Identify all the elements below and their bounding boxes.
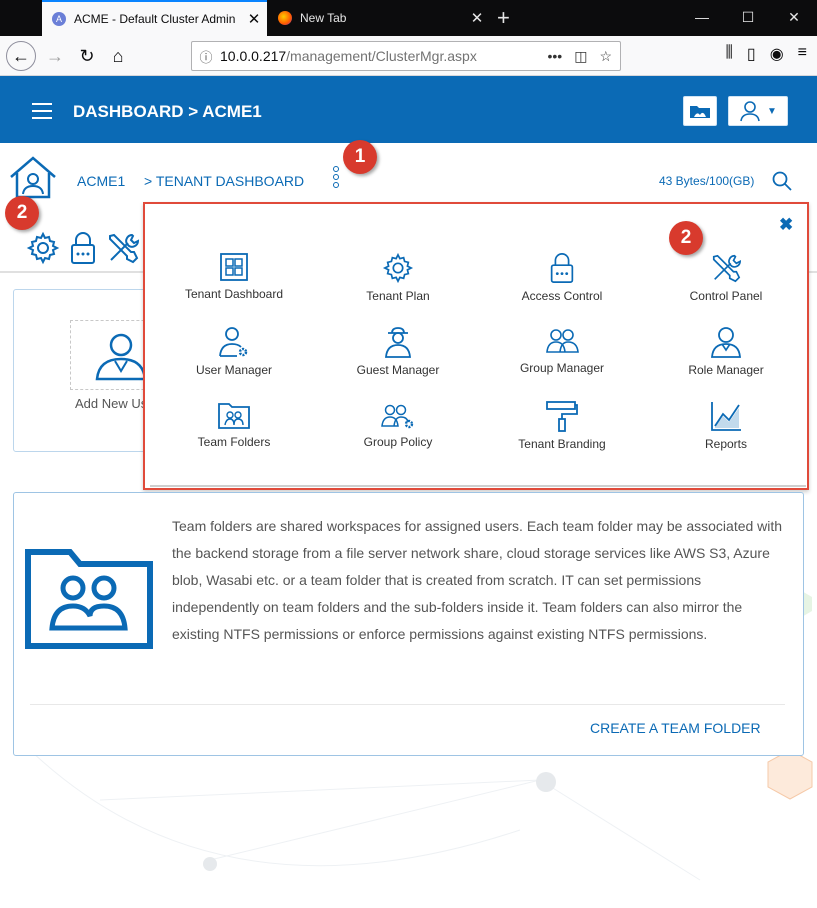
site-info-icon[interactable]: ⓘ — [192, 47, 220, 66]
tools-icon — [712, 254, 742, 283]
menu-item-label: Role Manager — [688, 363, 764, 377]
menu-item-group-manager[interactable]: Group Manager — [487, 326, 637, 375]
chart-icon — [711, 402, 741, 431]
menu-item-team-folders[interactable]: Team Folders — [159, 400, 309, 449]
add-user-label[interactable]: Add New Us — [75, 396, 147, 411]
menu-item-label: Access Control — [521, 289, 603, 303]
user-gear-icon — [219, 327, 248, 357]
page-actions-icon[interactable]: ••• — [547, 48, 562, 65]
menu-item-access-control[interactable]: Access Control — [487, 252, 637, 303]
menu-item-role-manager[interactable]: Role Manager — [651, 326, 801, 377]
account-icon[interactable]: ◉ — [770, 44, 784, 64]
bookmark-star-icon[interactable]: ☆ — [599, 48, 612, 65]
close-tab-icon[interactable]: ✕ — [464, 9, 490, 27]
breadcrumb-current[interactable]: > TENANT DASHBOARD — [144, 173, 304, 189]
minimize-icon[interactable]: — — [679, 0, 725, 36]
tenant-home-icon[interactable] — [8, 155, 58, 199]
new-tab-button[interactable]: + — [497, 5, 510, 31]
breadcrumb-root[interactable]: ACME1 — [77, 173, 125, 189]
browser-tab-bar: A ACME - Default Cluster Admin ✕ New Tab… — [0, 0, 817, 36]
menu-item-label: Control Panel — [689, 289, 763, 303]
url-host: 10.0.0.217 — [220, 48, 287, 64]
folder-icon — [690, 106, 710, 118]
browser-navbar: ← → ↻ ⌂ ⓘ 10.0.0.217 /management/Cluster… — [0, 36, 817, 76]
add-user-icon — [95, 333, 147, 381]
menu-item-control-panel[interactable]: Control Panel — [651, 252, 801, 303]
forward-button[interactable]: → — [40, 41, 70, 71]
tenant-menu-popup: Tenant Dashboard Tenant Plan Access Cont… — [143, 202, 809, 490]
firefox-icon — [278, 11, 292, 25]
menu-item-label: Guest Manager — [356, 363, 440, 377]
gear-icon — [382, 252, 414, 284]
team-folder-icon — [25, 549, 153, 649]
role-icon — [711, 327, 741, 358]
menu-item-reports[interactable]: Reports — [651, 400, 801, 451]
url-bar[interactable]: ⓘ 10.0.0.217 /management/ClusterMgr.aspx… — [191, 41, 621, 71]
gear-icon[interactable] — [26, 231, 60, 265]
browser-toolbar-right: ⫼ ▯ ◉ ≡ — [726, 44, 808, 64]
pocket-icon[interactable]: ◫ — [574, 48, 587, 65]
lock-icon — [550, 253, 574, 283]
hamburger-menu-icon[interactable] — [32, 103, 52, 124]
quick-tools — [26, 231, 140, 265]
step-badge-1: 1 — [343, 140, 377, 174]
tab-acme[interactable]: A ACME - Default Cluster Admin ✕ — [42, 0, 267, 36]
step-badge-2-menu: 2 — [669, 221, 703, 255]
close-tab-icon[interactable]: ✕ — [241, 10, 267, 28]
sidebar-icon[interactable]: ▯ — [747, 44, 756, 64]
tools-icon[interactable] — [106, 231, 140, 265]
page-title: DASHBOARD > ACME1 — [73, 102, 262, 121]
app-header: DASHBOARD > ACME1 ▼ — [0, 76, 817, 143]
menu-item-tenant-branding[interactable]: Tenant Branding — [487, 400, 637, 451]
team-folder-description: Team folders are shared workspaces for a… — [172, 518, 783, 642]
menu-item-label: Team Folders — [197, 435, 271, 449]
menu-item-label: Tenant Branding — [518, 437, 606, 451]
menu-item-label: Tenant Plan — [366, 289, 430, 303]
maximize-icon[interactable]: ☐ — [725, 0, 771, 36]
step-badge-2: 2 — [5, 196, 39, 230]
menu-item-guest-manager[interactable]: Guest Manager — [323, 326, 473, 377]
close-icon[interactable]: ✖ — [779, 215, 793, 235]
guest-icon — [385, 327, 411, 358]
menu-item-label: Group Policy — [363, 435, 433, 449]
menu-item-label: Reports — [704, 437, 748, 451]
window-controls: — ☐ ✕ — [679, 0, 817, 36]
library-icon[interactable]: ⫼ — [726, 44, 733, 64]
menu-item-label: Group Manager — [519, 361, 605, 375]
back-button[interactable]: ← — [6, 41, 36, 71]
home-button[interactable]: ⌂ — [103, 41, 133, 71]
create-team-folder-link[interactable]: CREATE A TEAM FOLDER — [590, 720, 761, 736]
group-policy-icon — [381, 404, 414, 429]
search-icon[interactable] — [771, 170, 793, 192]
chevron-down-icon: ▼ — [767, 105, 777, 117]
url-path: /management/ClusterMgr.aspx — [286, 48, 477, 64]
group-icon — [546, 329, 579, 353]
menu-item-tenant-dashboard[interactable]: Tenant Dashboard — [159, 252, 309, 301]
paint-roller-icon — [546, 401, 578, 432]
lock-icon[interactable] — [70, 231, 96, 265]
team-folder-icon — [218, 403, 250, 429]
kebab-menu-icon[interactable] — [333, 166, 339, 190]
card-divider — [30, 704, 785, 705]
menu-item-tenant-plan[interactable]: Tenant Plan — [323, 252, 473, 303]
tab-new-tab[interactable]: New Tab ✕ — [268, 0, 490, 36]
tab-title: ACME - Default Cluster Admin — [74, 12, 236, 26]
menu-item-label: User Manager — [195, 363, 273, 377]
popup-shadow — [150, 485, 806, 487]
folder-button[interactable] — [683, 96, 717, 126]
tab-title: New Tab — [300, 11, 347, 25]
dashboard-grid-icon — [220, 253, 248, 281]
menu-item-user-manager[interactable]: User Manager — [159, 326, 309, 377]
user-menu-button[interactable]: ▼ — [728, 96, 788, 126]
menu-item-label: Tenant Dashboard — [184, 287, 284, 301]
user-icon — [740, 101, 760, 122]
menu-item-group-policy[interactable]: Group Policy — [323, 400, 473, 449]
close-window-icon[interactable]: ✕ — [771, 0, 817, 36]
app-favicon-icon: A — [52, 12, 66, 26]
reload-button[interactable]: ↻ — [72, 41, 102, 71]
storage-usage: 43 Bytes/100(GB) — [659, 174, 755, 188]
menu-icon[interactable]: ≡ — [798, 44, 807, 64]
